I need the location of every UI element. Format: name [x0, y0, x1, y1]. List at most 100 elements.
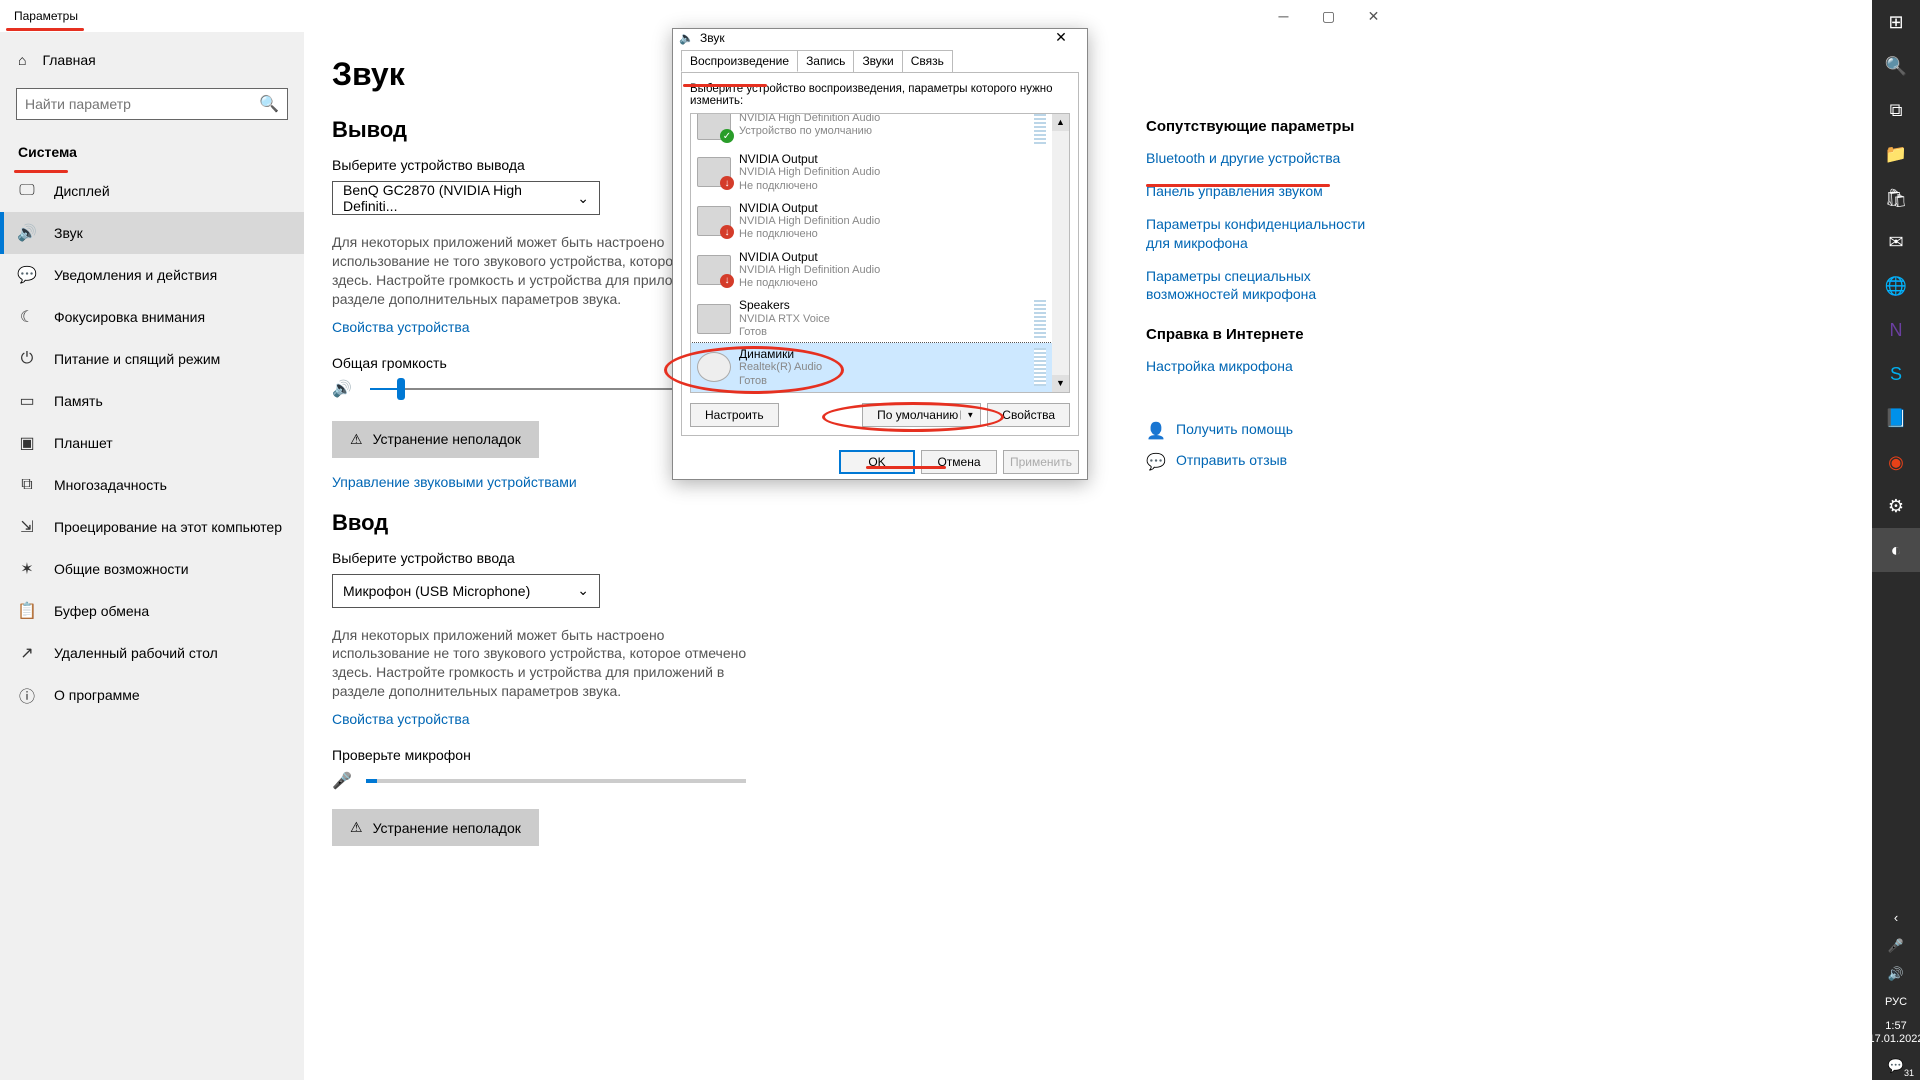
scroll-down-button[interactable]: ▼ [1052, 375, 1069, 392]
tray-expand-button[interactable]: ‹ [1872, 904, 1920, 932]
sidebar-item-label: Удаленный рабочий стол [54, 645, 218, 661]
minimize-button[interactable]: ─ [1261, 0, 1306, 32]
device-row[interactable]: ↓ NVIDIA OutputNVIDIA High Definition Au… [691, 246, 1052, 295]
power-icon: ⏻ [18, 350, 36, 368]
configure-button[interactable]: Настроить [690, 403, 779, 427]
tray-clock[interactable]: 1:57 17.01.2022 [1868, 1016, 1920, 1052]
taskbar-app[interactable]: ⚙ [1872, 484, 1920, 528]
sidebar-item-label: Фокусировка внимания [54, 309, 205, 325]
projecting-icon: ⇲ [18, 518, 36, 536]
sidebar-item-about[interactable]: ⓘО программе [0, 674, 304, 716]
dialog-tabs: Воспроизведение Запись Звуки Связь [681, 50, 1079, 72]
taskbar-app[interactable]: ✉ [1872, 220, 1920, 264]
taskbar-app[interactable]: 🛍 [1872, 176, 1920, 220]
sidebar-item-projecting[interactable]: ⇲Проецирование на этот компьютер [0, 506, 304, 548]
get-help-row[interactable]: 👤 Получить помощь [1146, 420, 1376, 439]
tray-mic-icon[interactable]: 🎤 [1872, 932, 1920, 960]
search-button[interactable]: 🔍 [1872, 44, 1920, 88]
troubleshoot-output-button[interactable]: ⚠Устранение неполадок [332, 421, 539, 458]
tab-playback[interactable]: Воспроизведение [681, 50, 798, 72]
search-input[interactable] [25, 96, 259, 112]
monitor-icon: ✓ [697, 114, 731, 140]
sidebar-item-label: Общие возможности [54, 561, 189, 577]
dialog-titlebar: 🔈 Звук ✕ [673, 29, 1087, 46]
tray-volume-icon[interactable]: 🔊 [1872, 960, 1920, 988]
multitask-icon: ⧉ [18, 476, 36, 494]
tray-language[interactable]: РУС [1872, 988, 1920, 1016]
sidebar-search[interactable]: 🔍 [16, 88, 288, 120]
start-button[interactable]: ⊞ [1872, 0, 1920, 44]
troubleshoot-input-button[interactable]: ⚠Устранение неполадок [332, 809, 539, 846]
volume-slider[interactable] [370, 388, 680, 390]
feedback-icon: 💬 [1146, 452, 1164, 470]
sidebar-item-sound[interactable]: 🔊Звук [0, 212, 304, 254]
level-meter [1034, 300, 1046, 338]
sidebar-item-clipboard[interactable]: 📋Буфер обмена [0, 590, 304, 632]
taskbar-app-active[interactable]: ◐ [1872, 528, 1920, 572]
sidebar-item-power[interactable]: ⏻Питание и спящий режим [0, 338, 304, 380]
speaker-icon: 🔈 [679, 31, 694, 45]
taskbar-app[interactable]: S [1872, 352, 1920, 396]
taskbar-app[interactable]: N [1872, 308, 1920, 352]
device-row[interactable]: ↓ NVIDIA OutputNVIDIA High Definition Au… [691, 148, 1052, 197]
tab-communications[interactable]: Связь [902, 50, 953, 72]
related-link-mic-access[interactable]: Параметры специальных возможностей микро… [1146, 267, 1376, 305]
sidebar-item-tablet[interactable]: ▣Планшет [0, 422, 304, 464]
apply-button[interactable]: Применить [1003, 450, 1079, 474]
sidebar-item-shared[interactable]: ✶Общие возможности [0, 548, 304, 590]
related-link-bluetooth[interactable]: Bluetooth и другие устройства [1146, 149, 1376, 168]
device-properties-link-2[interactable]: Свойства устройства [332, 711, 1356, 727]
sidebar-item-notifications[interactable]: 💬Уведомления и действия [0, 254, 304, 296]
taskbar-app[interactable]: 📁 [1872, 132, 1920, 176]
device-row[interactable]: SpeakersNVIDIA RTX VoiceГотов [691, 294, 1052, 343]
scrollbar[interactable]: ▲ ▼ [1052, 114, 1069, 392]
help-icon: 👤 [1146, 421, 1164, 439]
device-row[interactable]: ↓ NVIDIA OutputNVIDIA High Definition Au… [691, 197, 1052, 246]
device-status: Не подключено [739, 228, 880, 241]
display-icon: 🖵 [18, 182, 36, 200]
dialog-title: Звук [700, 31, 725, 45]
annotation-underline [6, 28, 84, 31]
taskbar-app[interactable]: ◉ [1872, 440, 1920, 484]
feedback-row[interactable]: 💬 Отправить отзыв [1146, 451, 1376, 470]
feedback-link[interactable]: Отправить отзыв [1176, 451, 1287, 470]
device-row[interactable]: ✓ NVIDIA High Definition AudioУстройство… [691, 114, 1052, 148]
task-view-button[interactable]: ⧉ [1872, 88, 1920, 132]
ok-button[interactable]: OK [839, 450, 915, 474]
taskbar: ⊞ 🔍 ⧉ 📁 🛍 ✉ 🌐 N S 📘 ◉ ⚙ ◐ ‹ 🎤 🔊 РУС 1:57… [1872, 0, 1920, 1080]
sidebar-item-display[interactable]: 🖵Дисплей [0, 170, 304, 212]
output-device-dropdown[interactable]: BenQ GC2870 (NVIDIA High Definiti... ⌄ [332, 181, 600, 215]
sidebar-item-label: О программе [54, 687, 140, 703]
notif-count: 31 [1904, 1068, 1914, 1078]
get-help-link[interactable]: Получить помощь [1176, 420, 1293, 439]
scroll-up-button[interactable]: ▲ [1052, 114, 1069, 131]
volume-thumb[interactable] [397, 378, 405, 400]
maximize-button[interactable]: ▢ [1306, 0, 1351, 32]
tray-notifications[interactable]: 💬31 [1872, 1052, 1920, 1080]
sidebar-home[interactable]: ⌂ Главная [0, 42, 304, 78]
monitor-icon [697, 304, 731, 334]
sidebar-item-storage[interactable]: ▭Память [0, 380, 304, 422]
input-device-dropdown[interactable]: Микрофон (USB Microphone) ⌄ [332, 574, 600, 608]
device-sub: NVIDIA High Definition Audio [739, 114, 880, 125]
cancel-button[interactable]: Отмена [921, 450, 997, 474]
down-badge-icon: ↓ [720, 176, 734, 190]
sidebar-item-label: Буфер обмена [54, 603, 149, 619]
annotation-underline [683, 84, 767, 87]
sidebar-item-remote[interactable]: ↗Удаленный рабочий стол [0, 632, 304, 674]
sidebar-item-multitask[interactable]: ⧉Многозадачность [0, 464, 304, 506]
close-button[interactable]: ✕ [1351, 0, 1396, 32]
sidebar-item-label: Уведомления и действия [54, 267, 217, 283]
taskbar-app[interactable]: 📘 [1872, 396, 1920, 440]
related-link-mic-privacy[interactable]: Параметры конфиденциальности для микрофо… [1146, 215, 1376, 253]
tab-sounds[interactable]: Звуки [853, 50, 902, 72]
tab-recording[interactable]: Запись [797, 50, 854, 72]
output-device-value: BenQ GC2870 (NVIDIA High Definiti... [343, 182, 577, 214]
monitor-icon: ↓ [697, 206, 731, 236]
volume-icon[interactable]: 🔊 [332, 379, 352, 399]
dialog-close-button[interactable]: ✕ [1041, 29, 1081, 46]
sidebar-item-focus[interactable]: ☾Фокусировка внимания [0, 296, 304, 338]
help-link-mic-setup[interactable]: Настройка микрофона [1146, 357, 1376, 376]
device-sub: NVIDIA High Definition Audio [739, 215, 880, 228]
taskbar-app[interactable]: 🌐 [1872, 264, 1920, 308]
